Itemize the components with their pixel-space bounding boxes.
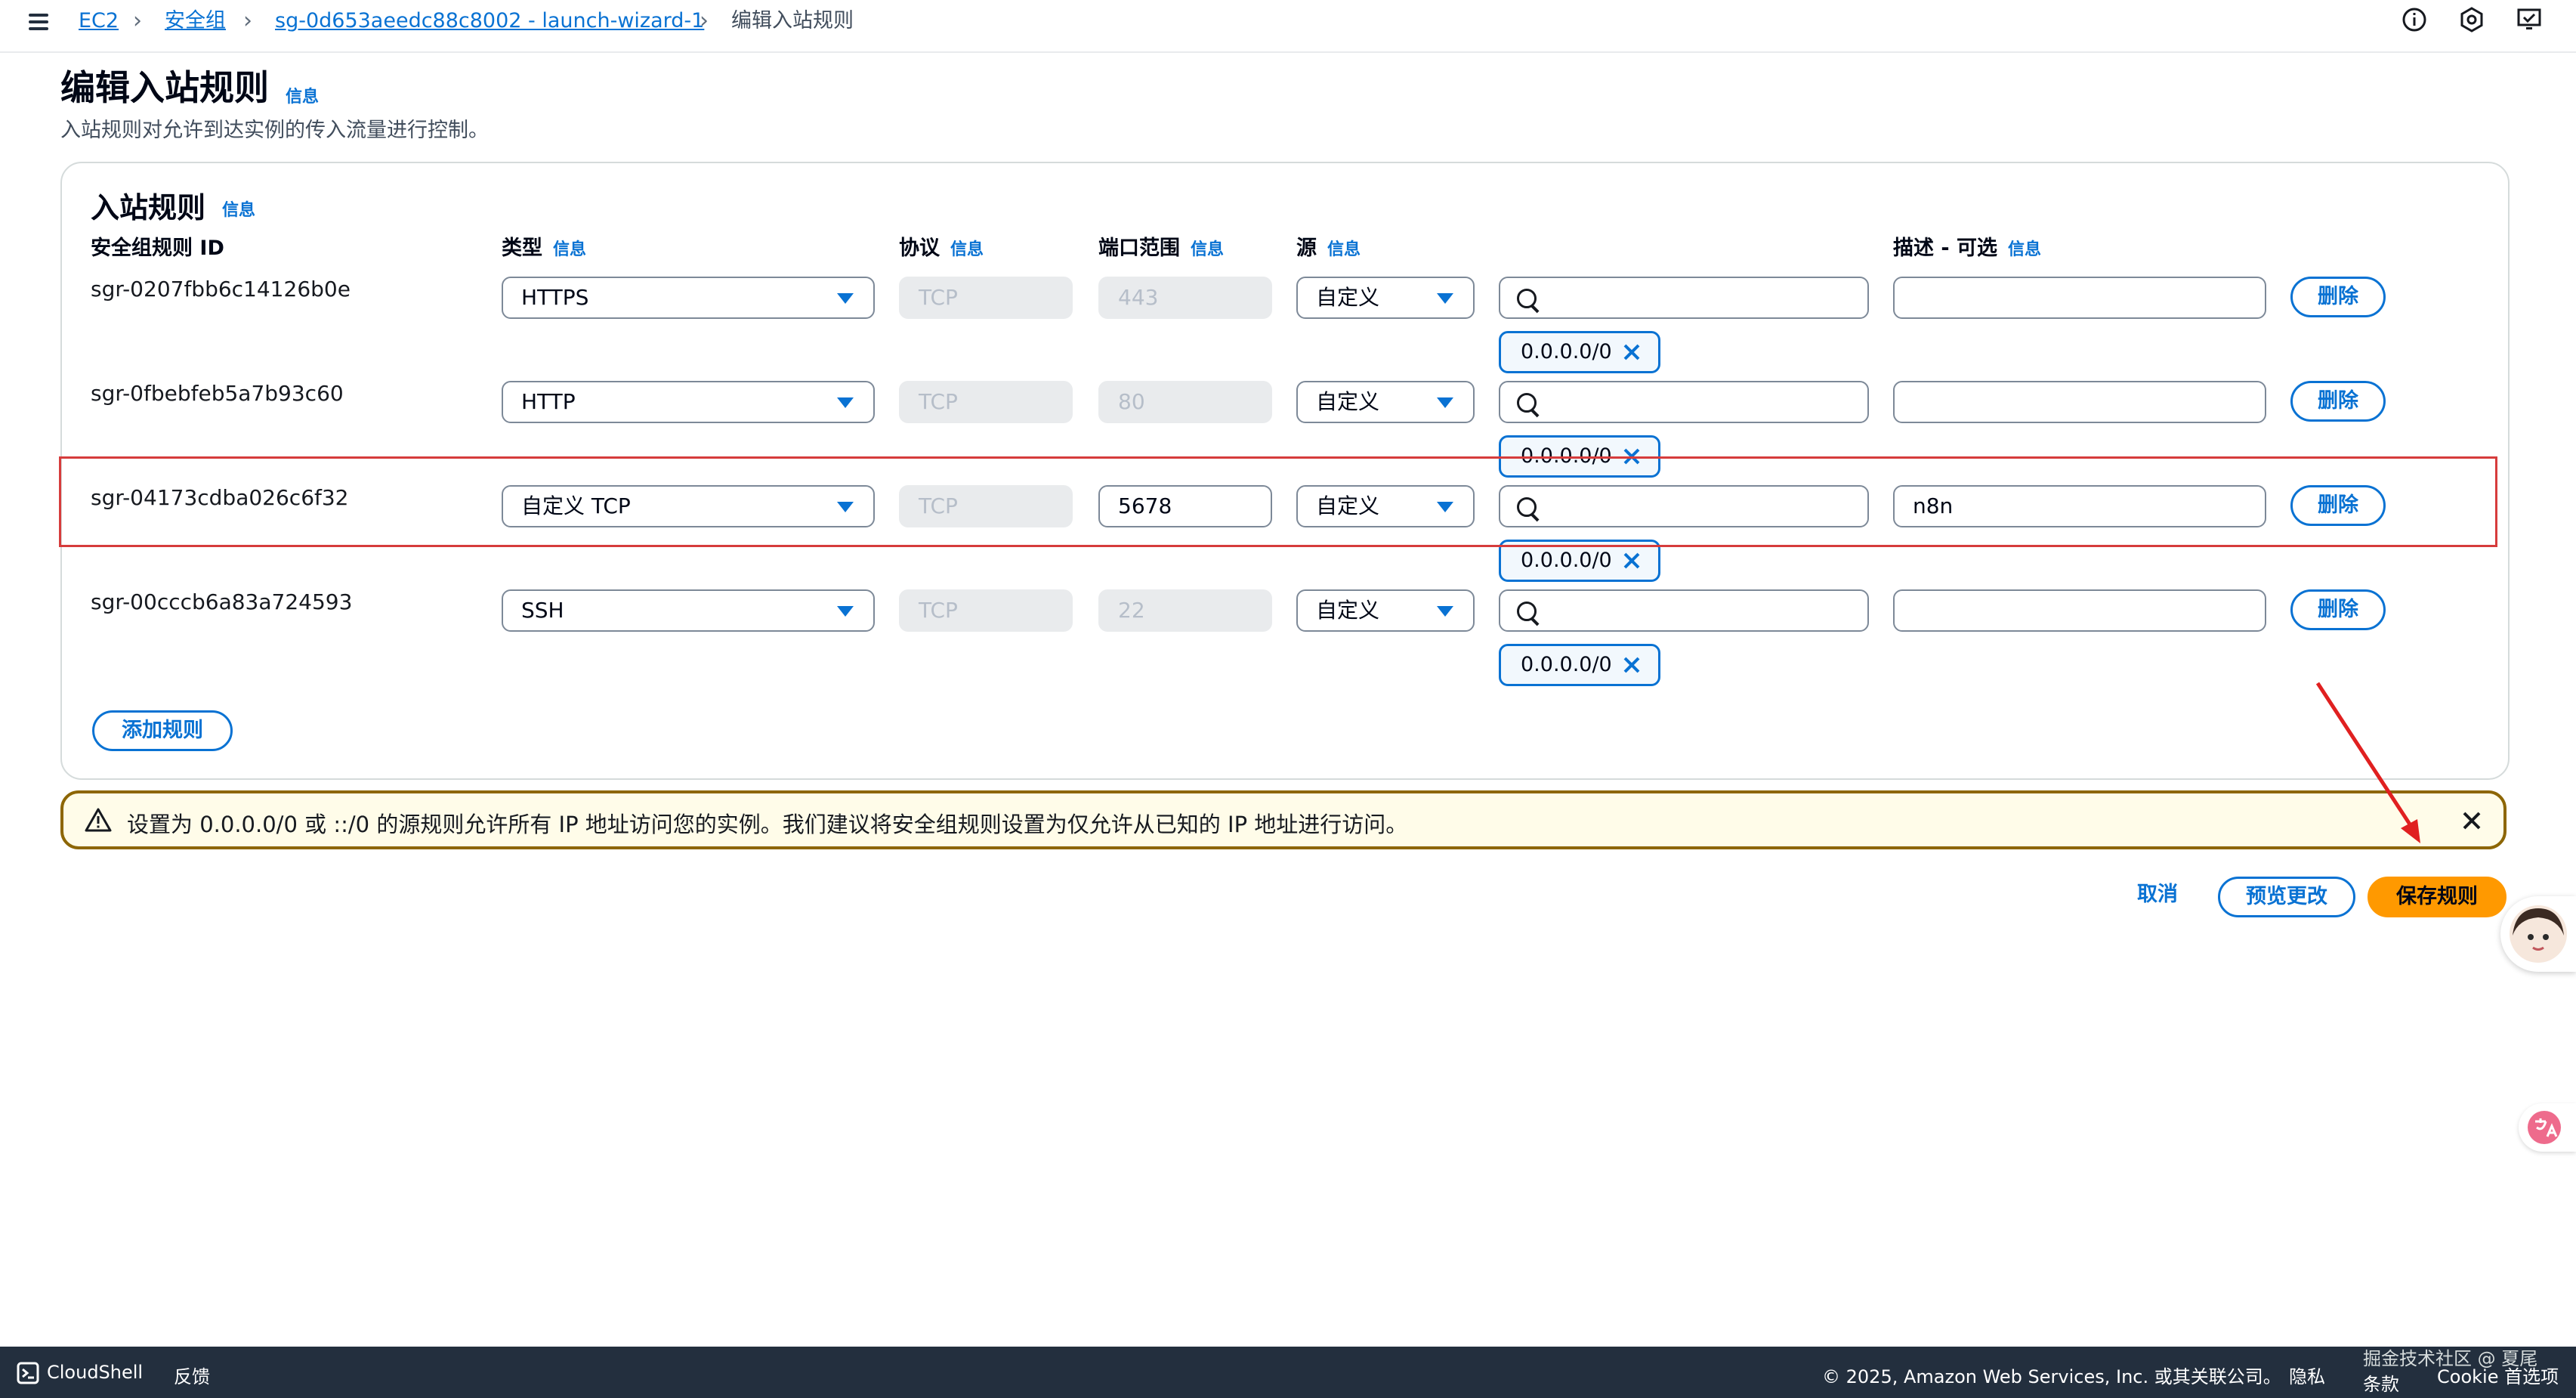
warning-icon — [85, 808, 112, 832]
remove-token-icon[interactable] — [1619, 652, 1645, 678]
panel-title: 入站规则 — [91, 191, 206, 224]
column-header-type: 类型 信息 — [502, 237, 587, 260]
assistant-avatar[interactable] — [2500, 896, 2576, 972]
chevron-right-icon: › — [133, 8, 142, 34]
port-range-field: 443 — [1098, 277, 1272, 319]
rule-id: sgr-00cccb6a83a724593 — [91, 589, 353, 614]
rule-row: sgr-0207fbb6c14126b0e HTTPS TCP 443 自定义 … — [0, 277, 2576, 375]
description-input[interactable] — [1893, 589, 2266, 632]
alert-message: 设置为 0.0.0.0/0 或 ::/0 的源规则允许所有 IP 地址访问您的实… — [127, 812, 1408, 837]
description-input[interactable] — [1893, 277, 2266, 319]
breadcrumb-current: 编辑入站规则 — [731, 9, 854, 32]
delete-button[interactable]: 删除 — [2290, 381, 2386, 422]
feedback-link[interactable]: 反馈 — [174, 1362, 210, 1388]
breadcrumb-security-groups[interactable]: 安全组 — [165, 6, 226, 36]
watermark: 掘金技术社区 @ 夏尾 — [2363, 1348, 2538, 1369]
avatar-icon — [2510, 905, 2567, 963]
page-info-link[interactable]: 信息 — [286, 83, 319, 107]
chevron-right-icon: › — [700, 8, 709, 34]
breadcrumb-ec2[interactable]: EC2 — [79, 6, 119, 36]
type-select[interactable]: HTTP — [502, 381, 875, 423]
cancel-button[interactable]: 取消 — [2112, 877, 2203, 917]
type-select[interactable]: SSH — [502, 589, 875, 632]
source-info-link[interactable]: 信息 — [1327, 240, 1361, 259]
caret-down-icon — [837, 606, 854, 617]
privacy-link[interactable]: 隐私 — [2289, 1362, 2325, 1388]
caret-down-icon — [1437, 606, 1453, 617]
translate-icon — [2528, 1111, 2561, 1144]
display-preferences-icon[interactable] — [2516, 6, 2543, 33]
footer-bar: CloudShell 反馈 © 2025, Amazon Web Service… — [0, 1347, 2576, 1398]
port-info-link[interactable]: 信息 — [1191, 240, 1224, 259]
column-header-port-range: 端口范围 信息 — [1098, 237, 1225, 260]
column-header-rule-id: 安全组规则 ID — [91, 237, 224, 260]
protocol-field: TCP — [899, 277, 1073, 319]
remove-token-icon[interactable] — [1619, 548, 1645, 574]
search-icon — [1517, 289, 1537, 308]
copyright-text: © 2025, Amazon Web Services, Inc. 或其关联公司… — [1822, 1366, 2281, 1387]
close-icon[interactable] — [2458, 807, 2485, 834]
source-search-input[interactable] — [1499, 277, 1869, 319]
menu-icon[interactable] — [26, 9, 53, 36]
caret-down-icon — [837, 293, 854, 304]
description-input[interactable] — [1893, 381, 2266, 423]
top-navigation-bar: EC2 › 安全组 › sg-0d653aeedc88c8002 - launc… — [0, 0, 2576, 53]
rule-id: sgr-0fbebfeb5a7b93c60 — [91, 381, 344, 406]
rule-id: sgr-0207fbb6c14126b0e — [91, 277, 351, 302]
type-info-link[interactable]: 信息 — [553, 240, 586, 259]
source-search-input[interactable] — [1499, 381, 1869, 423]
cloudshell-link[interactable]: CloudShell — [47, 1362, 143, 1383]
protocol-info-link[interactable]: 信息 — [950, 240, 984, 259]
preview-changes-button[interactable]: 预览更改 — [2218, 877, 2355, 917]
source-type-select[interactable]: 自定义 — [1296, 589, 1475, 632]
info-circle-icon[interactable] — [2401, 6, 2428, 33]
delete-button[interactable]: 删除 — [2290, 277, 2386, 317]
search-icon — [1517, 602, 1537, 621]
terms-link[interactable]: 条款 — [2363, 1369, 2399, 1396]
port-range-field: 80 — [1098, 381, 1272, 423]
column-header-source: 源信息 — [1296, 237, 1361, 260]
annotation-arrow — [2315, 682, 2420, 843]
cloudshell-icon[interactable] — [17, 1362, 39, 1384]
translate-button[interactable] — [2519, 1103, 2576, 1152]
panel-info-link[interactable]: 信息 — [222, 196, 255, 221]
protocol-field: TCP — [899, 381, 1073, 423]
cidr-token: 0.0.0.0/0 — [1499, 644, 1660, 686]
column-header-protocol: 协议 信息 — [899, 237, 984, 260]
source-type-select[interactable]: 自定义 — [1296, 277, 1475, 319]
rule-row: sgr-00cccb6a83a724593 SSH TCP 22 自定义 删除 … — [0, 589, 2576, 688]
chevron-right-icon: › — [243, 8, 252, 34]
add-rule-button[interactable]: 添加规则 — [92, 710, 233, 751]
remove-token-icon[interactable] — [1619, 339, 1645, 365]
breadcrumb-security-group-id[interactable]: sg-0d653aeedc88c8002 - launch-wizard-1 — [275, 6, 704, 36]
page-description: 入站规则对允许到达实例的传入流量进行控制。 — [60, 119, 489, 142]
warning-alert: 设置为 0.0.0.0/0 或 ::/0 的源规则允许所有 IP 地址访问您的实… — [60, 790, 2507, 849]
delete-button[interactable]: 删除 — [2290, 589, 2386, 630]
type-select[interactable]: HTTPS — [502, 277, 875, 319]
save-rules-button[interactable]: 保存规则 — [2368, 877, 2507, 917]
highlight-box — [59, 456, 2497, 547]
caret-down-icon — [837, 397, 854, 408]
caret-down-icon — [1437, 293, 1453, 304]
search-icon — [1517, 393, 1537, 413]
port-range-field: 22 — [1098, 589, 1272, 632]
source-type-select[interactable]: 自定义 — [1296, 381, 1475, 423]
column-header-description: 描述 - 可选 信息 — [1893, 237, 2042, 260]
protocol-field: TCP — [899, 589, 1073, 632]
source-search-input[interactable] — [1499, 589, 1869, 632]
page-title: 编辑入站规则 — [60, 67, 269, 108]
description-info-link[interactable]: 信息 — [2008, 240, 2041, 259]
settings-hexagon-icon[interactable] — [2458, 6, 2485, 33]
cidr-token: 0.0.0.0/0 — [1499, 331, 1660, 373]
caret-down-icon — [1437, 397, 1453, 408]
